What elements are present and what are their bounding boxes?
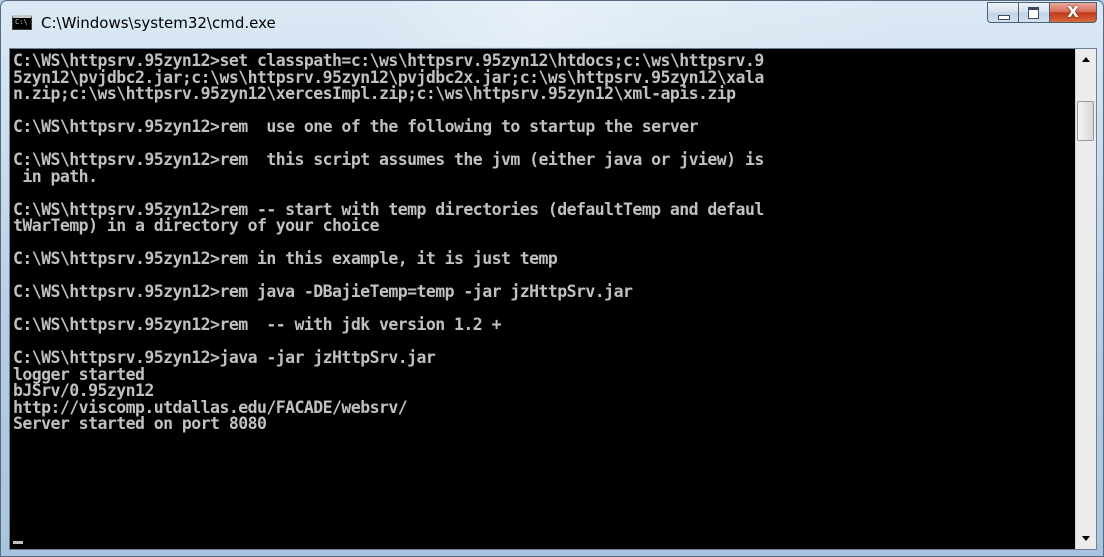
vertical-scrollbar[interactable]: [1075, 49, 1096, 549]
console-app-icon-label: C:\: [15, 18, 28, 26]
minimize-button[interactable]: [987, 2, 1018, 23]
console-line: C:\WS\httpsrv.95zyn12>rem this script as…: [13, 150, 764, 169]
console-app-icon[interactable]: C:\: [12, 15, 32, 30]
console-line: logger started: [13, 364, 145, 384]
console-line: tWarTemp) in a directory of your choice: [13, 216, 380, 235]
console-window: C:\ C:\Windows\system32\cmd.exe X C:\WS\…: [0, 0, 1104, 557]
scroll-down-arrow-icon: [1082, 536, 1090, 541]
console-line: Server started on port 8080: [13, 414, 267, 433]
console-line: n.zip;c:\ws\httpsrv.95zyn12\xercesImpl.z…: [13, 84, 736, 103]
console-line: C:\WS\httpsrv.95zyn12>rem in this exampl…: [13, 249, 558, 268]
console-line: C:\WS\httpsrv.95zyn12>rem java -DBajieTe…: [13, 282, 633, 301]
title-bar[interactable]: C:\ C:\Windows\system32\cmd.exe X: [1, 1, 1103, 47]
console-output[interactable]: C:\WS\httpsrv.95zyn12>set classpath=c:\w…: [13, 53, 1073, 547]
scroll-down-button[interactable]: [1077, 528, 1095, 548]
console-area[interactable]: C:\WS\httpsrv.95zyn12>set classpath=c:\w…: [9, 48, 1097, 550]
scrollbar-thumb[interactable]: [1077, 101, 1094, 141]
console-line: C:\WS\httpsrv.95zyn12>java -jar jzHttpSr…: [13, 348, 436, 367]
window-title: C:\Windows\system32\cmd.exe: [41, 14, 276, 32]
caption-buttons: X: [987, 2, 1097, 23]
maximize-icon: [1028, 7, 1039, 19]
console-line: in path.: [13, 166, 98, 186]
maximize-button[interactable]: [1018, 2, 1049, 23]
scroll-up-button[interactable]: [1077, 50, 1095, 70]
scroll-up-arrow-icon: [1082, 57, 1090, 62]
close-button[interactable]: X: [1049, 2, 1097, 23]
console-line: C:\WS\httpsrv.95zyn12>rem -- with jdk ve…: [13, 315, 502, 334]
text-cursor: [13, 541, 23, 544]
console-line: C:\WS\httpsrv.95zyn12>rem use one of the…: [13, 117, 699, 136]
minimize-icon: [998, 15, 1010, 20]
close-icon: X: [1067, 3, 1079, 21]
